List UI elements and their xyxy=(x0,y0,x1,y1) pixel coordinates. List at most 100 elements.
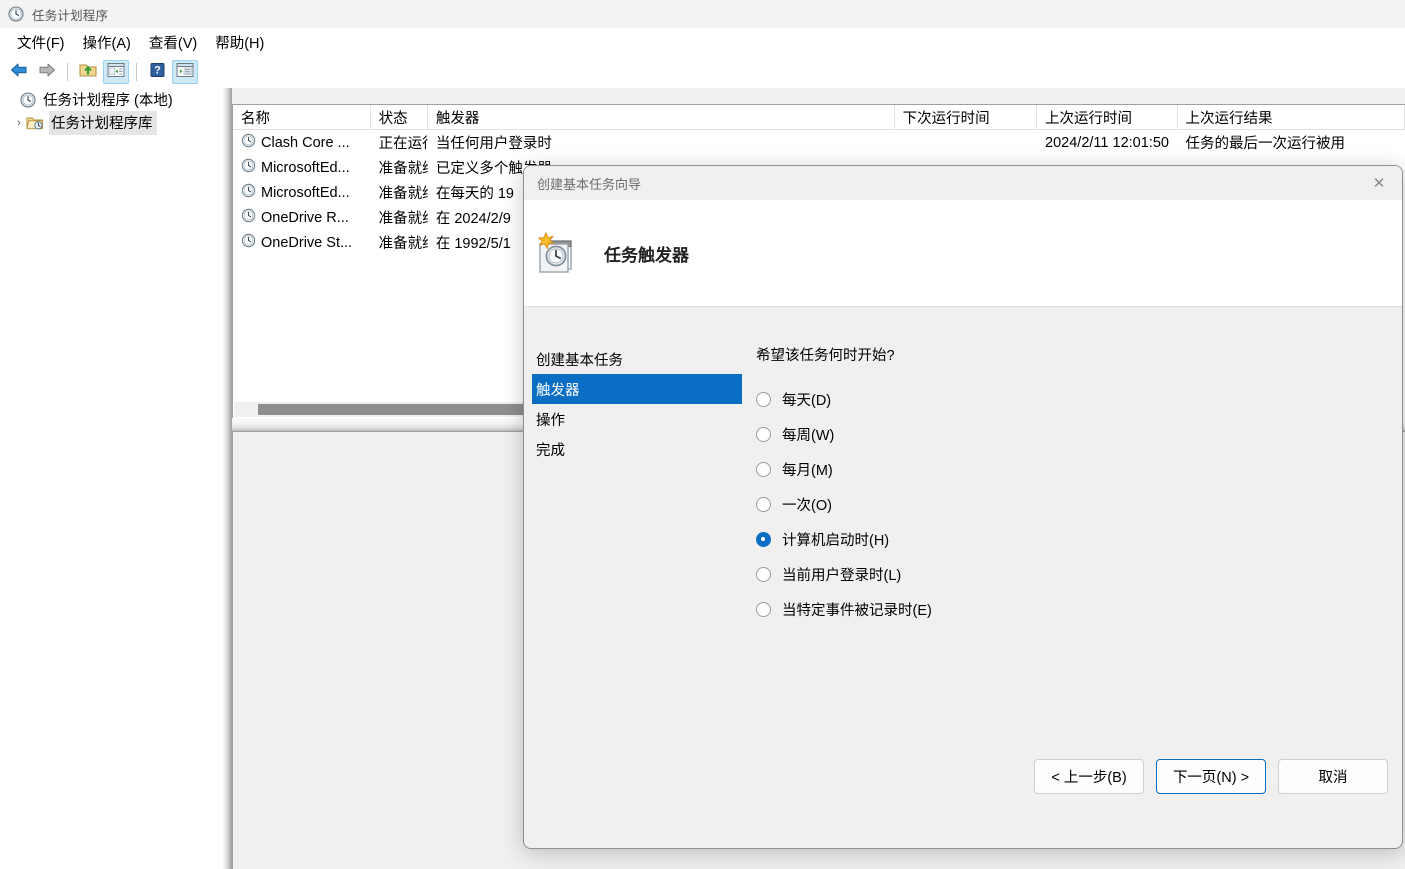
clock-icon xyxy=(241,133,256,152)
wizard-step-trigger[interactable]: 触发器 xyxy=(532,374,742,404)
task-name-label: MicrosoftEd... xyxy=(261,159,350,176)
wizard-step-action[interactable]: 操作 xyxy=(532,404,742,434)
dialog-banner: 任务触发器 xyxy=(524,200,1402,307)
vertical-splitter[interactable] xyxy=(222,88,232,869)
toolbar-show-tree-button[interactable] xyxy=(103,60,129,84)
radio-daily[interactable]: 每天(D) xyxy=(756,382,1402,417)
tree-item-label: 任务计划程序 (本地) xyxy=(43,93,173,109)
next-button[interactable]: 下一页(N) > xyxy=(1156,759,1266,794)
menu-action[interactable]: 操作(A) xyxy=(74,29,140,56)
radio-button-icon[interactable] xyxy=(756,462,771,477)
console-tree-pane: 任务计划程序 (本地) › 任务计划程序库 xyxy=(0,88,222,869)
toolbar-separator-2 xyxy=(136,63,137,81)
radio-weekly[interactable]: 每周(W) xyxy=(756,417,1402,452)
task-status-cell: 正在运行 xyxy=(378,136,428,152)
dialog-title: 创建基本任务向导 xyxy=(537,176,642,192)
table-row[interactable]: Clash Core ... 正在运行 当任何用户登录时 2024/2/11 1… xyxy=(233,130,1405,155)
column-header-status[interactable]: 状态 xyxy=(371,105,428,129)
toolbar-show-action-pane-button[interactable] xyxy=(172,60,198,84)
radio-label: 计算机启动时(H) xyxy=(782,533,890,549)
dialog-body: 创建基本任务 触发器 操作 完成 希望该任务何时开始? 每天(D) 每周(W) … xyxy=(524,307,1402,801)
column-header-last-run[interactable]: 上次运行时间 xyxy=(1037,105,1178,129)
menu-view[interactable]: 查看(V) xyxy=(140,29,206,56)
dialog-titlebar: 创建基本任务向导 ✕ xyxy=(524,166,1402,200)
radio-monthly[interactable]: 每月(M) xyxy=(756,452,1402,487)
tree-item-label: 任务计划程序库 xyxy=(49,110,157,135)
wizard-step-finish[interactable]: 完成 xyxy=(532,434,742,464)
task-trigger-icon xyxy=(532,229,580,277)
radio-at-startup[interactable]: 计算机启动时(H) xyxy=(756,522,1402,557)
menu-file[interactable]: 文件(F) xyxy=(8,29,74,56)
radio-label: 当前用户登录时(L) xyxy=(782,568,902,584)
task-status-cell: 准备就绪 xyxy=(378,161,428,177)
help-question-icon: ? xyxy=(149,62,166,83)
task-name-cell: MicrosoftEd... xyxy=(233,158,371,177)
folder-clock-icon xyxy=(26,115,44,131)
toolbar-forward-button[interactable] xyxy=(34,60,60,84)
task-name-label: OneDrive St... xyxy=(261,234,353,251)
tree-item-task-scheduler-local[interactable]: 任务计划程序 (本地) xyxy=(0,88,222,111)
task-list-header: 名称 状态 触发器 下次运行时间 上次运行时间 上次运行结果 xyxy=(233,105,1405,130)
radio-label: 一次(O) xyxy=(782,498,832,514)
toolbar-back-button[interactable] xyxy=(6,60,32,84)
radio-label: 当特定事件被记录时(E) xyxy=(782,603,932,619)
clock-icon xyxy=(8,6,24,22)
task-status-cell: 准备就绪 xyxy=(378,186,428,202)
radio-at-logon[interactable]: 当前用户登录时(L) xyxy=(756,557,1402,592)
clock-icon xyxy=(241,233,256,252)
task-trigger-cell: 当任何用户登录时 xyxy=(435,136,552,152)
radio-on-event[interactable]: 当特定事件被记录时(E) xyxy=(756,592,1402,627)
chevron-right-icon[interactable]: › xyxy=(12,117,26,129)
task-status-cell: 准备就绪 xyxy=(378,236,428,252)
toolbar-up-folder-button[interactable] xyxy=(75,60,101,84)
radio-label: 每天(D) xyxy=(782,393,832,409)
show-action-pane-icon xyxy=(176,62,194,83)
tree-item-task-scheduler-library[interactable]: › 任务计划程序库 xyxy=(0,110,222,135)
radio-label: 每月(M) xyxy=(782,463,833,479)
toolbar-separator xyxy=(67,63,68,81)
clock-icon xyxy=(241,208,256,227)
cancel-button[interactable]: 取消 xyxy=(1278,759,1388,794)
task-name-cell: Clash Core ... xyxy=(233,133,371,152)
clock-icon xyxy=(20,91,38,108)
menu-help[interactable]: 帮助(H) xyxy=(206,29,273,56)
task-name-cell: MicrosoftEd... xyxy=(233,183,371,202)
task-scheduler-window: 任务计划程序 文件(F) 操作(A) 查看(V) 帮助(H) ? 任务计划程序 … xyxy=(0,0,1405,869)
close-icon[interactable]: ✕ xyxy=(1356,166,1402,200)
task-name-label: OneDrive R... xyxy=(261,209,349,226)
radio-button-icon[interactable] xyxy=(756,567,771,582)
create-basic-task-wizard-dialog: 创建基本任务向导 ✕ 任务触发器 创建基本任务 触发器 操作 完成 希望该任务何… xyxy=(523,165,1403,849)
window-titlebar: 任务计划程序 xyxy=(0,0,1405,28)
show-console-tree-icon xyxy=(107,62,125,83)
back-arrow-icon xyxy=(9,61,29,84)
task-last-run-cell: 2024/2/11 12:01:50 xyxy=(1045,134,1169,151)
back-button[interactable]: < 上一步(B) xyxy=(1034,759,1144,794)
radio-one-time[interactable]: 一次(O) xyxy=(756,487,1402,522)
toolbar-help-button[interactable]: ? xyxy=(144,60,170,84)
trigger-question-label: 希望该任务何时开始? xyxy=(756,348,895,364)
svg-text:?: ? xyxy=(154,64,161,76)
radio-button-icon[interactable] xyxy=(756,602,771,617)
radio-button-icon[interactable] xyxy=(756,427,771,442)
radio-button-icon[interactable] xyxy=(756,532,771,547)
radio-button-icon[interactable] xyxy=(756,497,771,512)
task-name-cell: OneDrive St... xyxy=(233,233,371,252)
radio-button-icon[interactable] xyxy=(756,392,771,407)
clock-icon xyxy=(241,158,256,177)
wizard-step-list: 创建基本任务 触发器 操作 完成 xyxy=(524,344,742,801)
column-header-last-result[interactable]: 上次运行结果 xyxy=(1178,105,1405,129)
toolbar: ? xyxy=(0,57,1405,87)
radio-label: 每周(W) xyxy=(782,428,835,444)
column-header-next-run[interactable]: 下次运行时间 xyxy=(895,105,1038,129)
up-folder-icon xyxy=(78,61,98,84)
wizard-step-create-basic-task[interactable]: 创建基本任务 xyxy=(532,344,742,374)
column-header-trigger[interactable]: 触发器 xyxy=(428,105,895,129)
task-last-result-cell: 任务的最后一次运行被用 xyxy=(1185,136,1346,152)
column-header-name[interactable]: 名称 xyxy=(233,105,371,129)
task-name-label: Clash Core ... xyxy=(261,134,350,151)
wizard-content: 希望该任务何时开始? 每天(D) 每周(W) 每月(M) 一次(O) 计算机启动… xyxy=(742,344,1402,801)
forward-arrow-icon xyxy=(37,61,57,84)
dialog-footer: < 上一步(B) 下一页(N) > 取消 xyxy=(524,752,1402,801)
menu-bar: 文件(F) 操作(A) 查看(V) 帮助(H) xyxy=(0,28,1405,57)
task-name-cell: OneDrive R... xyxy=(233,208,371,227)
